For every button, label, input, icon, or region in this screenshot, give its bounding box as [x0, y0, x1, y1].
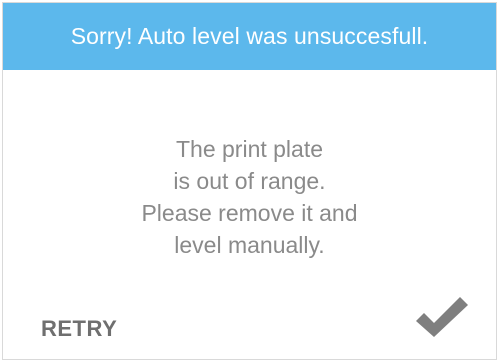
- message-line-1: The print plate: [175, 136, 324, 162]
- message-line-4: level manually.: [174, 232, 325, 258]
- checkmark-icon: [416, 297, 468, 337]
- dialog-title: Sorry! Auto level was unsuccesfull.: [70, 23, 429, 49]
- retry-button[interactable]: RETRY: [41, 316, 117, 342]
- confirm-button[interactable]: [414, 295, 470, 339]
- dialog-header: Sorry! Auto level was unsuccesfull.: [3, 3, 496, 70]
- error-message: The print plate is out of range. Please …: [3, 133, 496, 261]
- auto-level-error-dialog: Sorry! Auto level was unsuccesfull. The …: [2, 2, 497, 360]
- message-line-3: Please remove it and: [141, 200, 358, 226]
- message-line-2: is out of range.: [173, 168, 326, 194]
